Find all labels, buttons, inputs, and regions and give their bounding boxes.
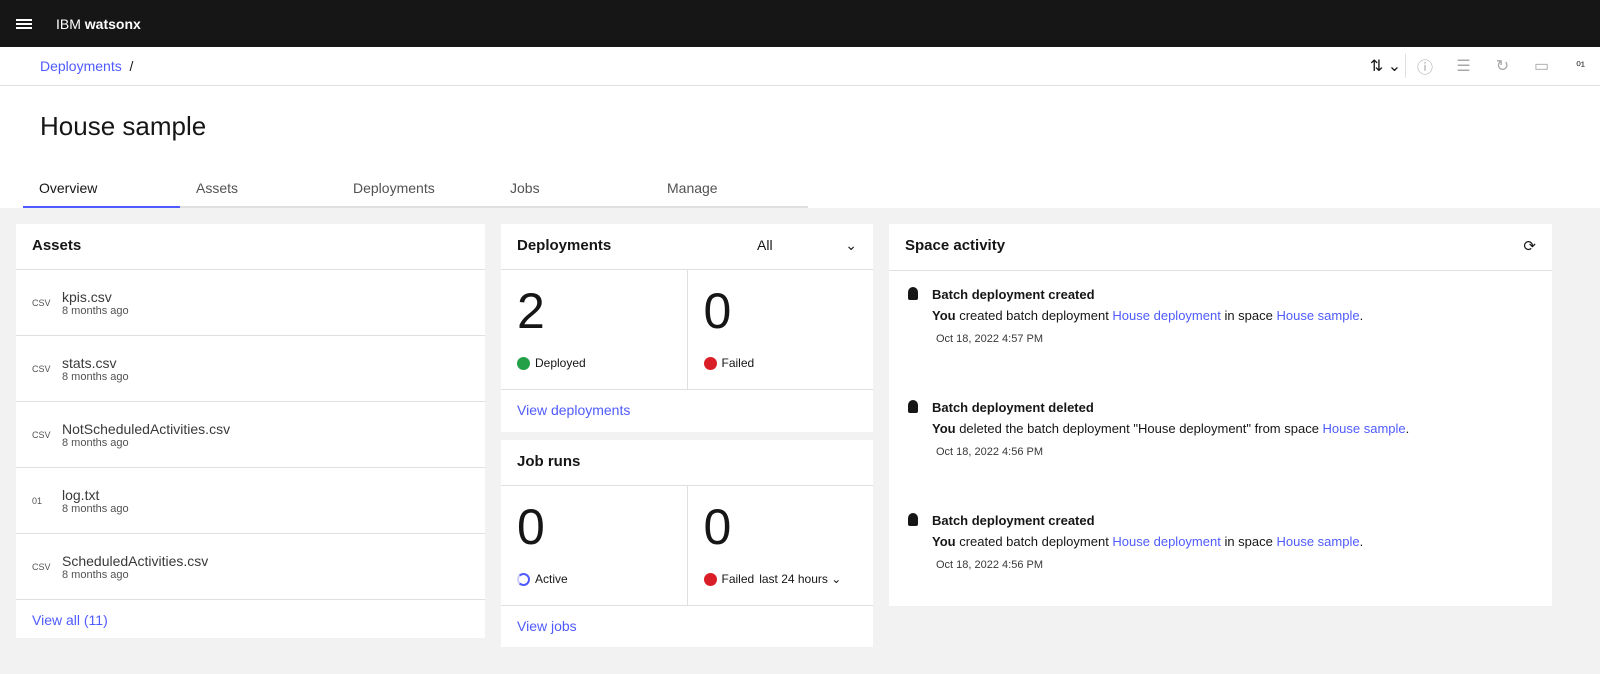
activity-title: Batch deployment deleted	[905, 400, 1536, 415]
period-dropdown[interactable]: last 24 hours ⌄	[759, 572, 841, 586]
asset-item[interactable]: CSV kpis.csv 8 months ago	[16, 270, 485, 336]
info-icon[interactable]: ⓘ	[1405, 54, 1444, 78]
deployed-count: 2	[517, 283, 545, 339]
activity-item: Batch deployment created You created batc…	[889, 497, 1552, 610]
activity-title: Batch deployment created	[905, 287, 1536, 302]
failed-icon	[703, 356, 717, 370]
activity-item: Batch deployment deleted You deleted the …	[889, 384, 1552, 497]
asset-time: 8 months ago	[62, 304, 129, 317]
failed-icon	[703, 572, 717, 586]
menu-icon[interactable]	[0, 17, 47, 31]
asset-name[interactable]: stats.csv	[62, 355, 129, 371]
view-all-link[interactable]: View all (11)	[32, 612, 108, 628]
page-header: Deployments / ⇅ ⌄ ⓘ ☰ ↻ ▭ ⁰¹ House sampl…	[0, 47, 1600, 208]
deployment-icon[interactable]: ☰	[1444, 56, 1483, 76]
data-file-icon: 01	[32, 495, 43, 506]
comment-icon[interactable]: ▭	[1522, 56, 1561, 76]
chevron-down-icon: ⌄	[845, 237, 857, 253]
asset-name[interactable]: kpis.csv	[62, 289, 129, 305]
failed-jobs-count: 0	[703, 499, 732, 555]
asset-item[interactable]: CSV ScheduledActivities.csv 8 months ago	[16, 534, 485, 600]
refresh-icon[interactable]: ⟳	[1523, 237, 1536, 257]
assets-card: Assets CSV kpis.csv 8 months ago CSV stats.c…	[16, 224, 485, 638]
deployment-link[interactable]: House deployment	[1112, 534, 1220, 549]
tab-overview[interactable]: Overview	[23, 174, 180, 208]
import-export-icon[interactable]: ⇅ ⌄	[1366, 56, 1405, 76]
space-activity-title: Space activity	[905, 237, 1006, 254]
asset-time: 8 months ago	[62, 436, 129, 449]
asset-item[interactable]: CSV NotScheduledActivities.csv 8 months ag…	[16, 402, 485, 468]
deployments-card: Deployments All ⌄ 2 Deployed 0 Failed View d…	[501, 224, 873, 432]
activity-time: Oct 18, 2022 4:56 PM	[936, 559, 1044, 571]
space-link[interactable]: House sample	[1276, 308, 1359, 323]
activity-time: Oct 18, 2022 4:57 PM	[936, 333, 1044, 345]
asset-time: 8 months ago	[62, 370, 129, 383]
activity-title: Batch deployment created	[905, 513, 1536, 528]
tab-deployments[interactable]: Deployments	[337, 174, 494, 208]
csv-file-icon: CSV	[32, 297, 51, 308]
deployments-filter[interactable]: All ⌄	[757, 237, 857, 256]
toolbar: ⇅ ⌄ ⓘ ☰ ↻ ▭ ⁰¹	[1366, 47, 1600, 85]
space-activity-card: Space activity ⟳ Batch deployment created…	[889, 224, 1552, 606]
tab-jobs[interactable]: Jobs	[494, 174, 651, 208]
brand[interactable]: IBM watsonx	[56, 16, 141, 32]
divider	[0, 85, 1600, 86]
tab-manage[interactable]: Manage	[651, 174, 808, 208]
activity-item: Batch deployment created You created batc…	[889, 271, 1552, 384]
asset-name[interactable]: NotScheduledActivities.csv	[62, 421, 230, 437]
active-count: 0	[517, 499, 545, 555]
csv-file-icon: CSV	[32, 429, 51, 440]
deployments-title: Deployments	[517, 237, 612, 254]
spinner-icon	[517, 572, 530, 586]
asset-item[interactable]: CSV stats.csv 8 months ago	[16, 336, 485, 402]
view-jobs-link[interactable]: View jobs	[517, 618, 577, 634]
space-link[interactable]: House sample	[1276, 534, 1359, 549]
tab-assets[interactable]: Assets	[180, 174, 337, 208]
view-deployments-link[interactable]: View deployments	[517, 402, 630, 418]
asset-time: 8 months ago	[62, 502, 129, 515]
deployment-link[interactable]: House deployment	[1112, 308, 1220, 323]
asset-item[interactable]: 01 log.txt 8 months ago	[16, 468, 485, 534]
top-nav: IBM watsonx	[0, 0, 1600, 47]
failed-count: 0	[703, 283, 732, 339]
assets-title: Assets	[16, 224, 485, 270]
tabs: Overview Assets Deployments Jobs Manage	[23, 174, 808, 208]
job-runs-card: Job runs 0 Active 0 Failed last 24 hours ⌄ …	[501, 440, 873, 647]
asset-time: 8 months ago	[62, 568, 129, 581]
job-runs-title: Job runs	[501, 440, 873, 486]
breadcrumb-deployments[interactable]: Deployments	[40, 58, 122, 74]
asset-name[interactable]: log.txt	[62, 487, 129, 503]
csv-file-icon: CSV	[32, 561, 51, 572]
check-icon	[517, 356, 530, 370]
data-icon[interactable]: ⁰¹	[1561, 59, 1600, 73]
space-link[interactable]: House sample	[1323, 421, 1406, 436]
page-title: House sample	[40, 111, 207, 141]
activity-time: Oct 18, 2022 4:56 PM	[936, 446, 1044, 458]
history-icon[interactable]: ↻	[1483, 56, 1522, 76]
breadcrumb: Deployments /	[40, 58, 134, 74]
csv-file-icon: CSV	[32, 363, 51, 374]
asset-name[interactable]: ScheduledActivities.csv	[62, 553, 208, 569]
